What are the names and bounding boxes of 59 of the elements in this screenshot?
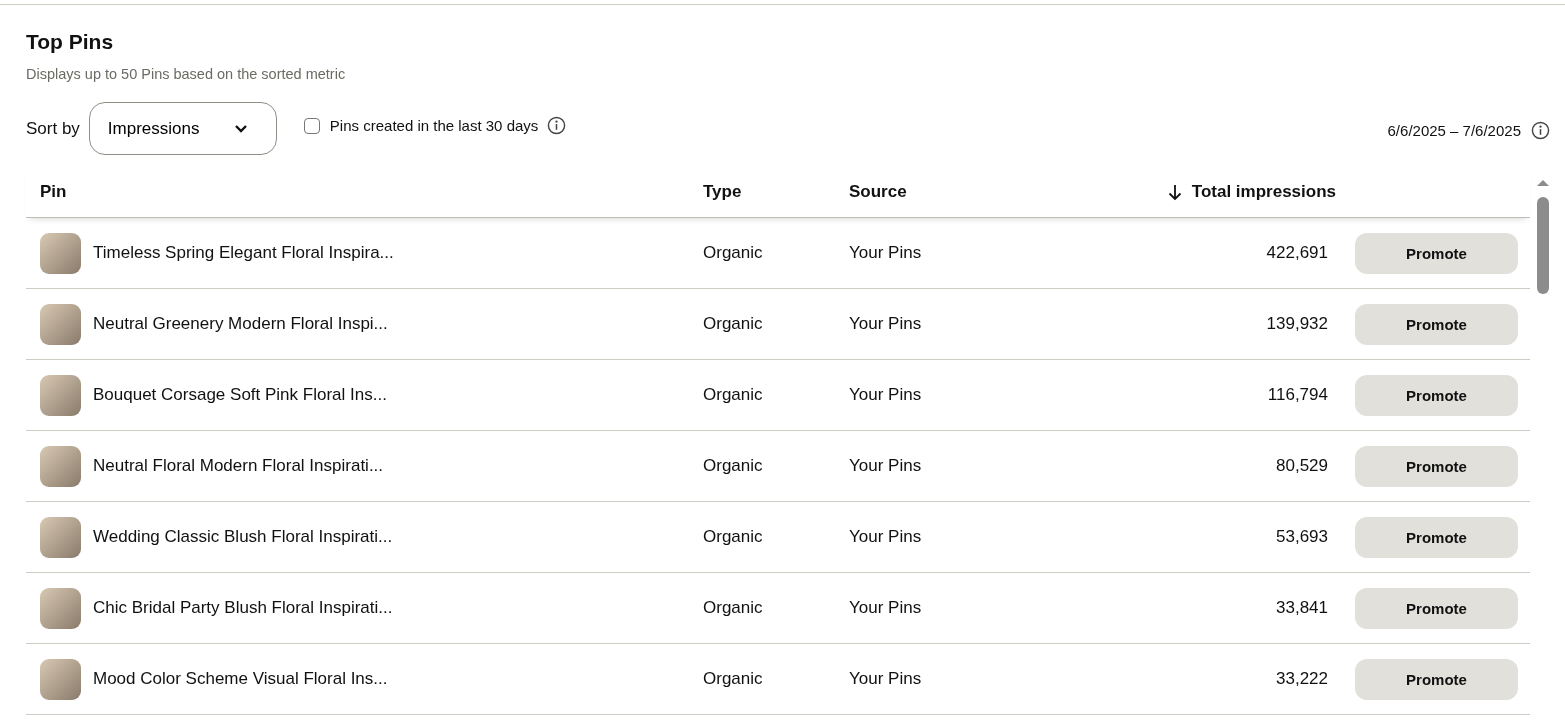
impressions-cell-text: 33,222 [1275,669,1328,689]
info-icon[interactable] [547,116,567,135]
checkbox-label[interactable]: Pins created in the last 30 days [329,117,539,134]
section-title: Top Pins [26,30,115,54]
type-cell-text: Organic [703,527,764,547]
section-subtitle: Displays up to 50 Pins based on the sorted metric [26,66,347,82]
source-cell-text: Your Pins [849,598,923,618]
pin-title[interactable]: Wedding Classic Blush Floral Inspirati... [93,527,393,547]
checkbox[interactable] [303,117,320,134]
sort-label: Sort by [26,118,80,139]
pin-title[interactable]: Neutral Floral Modern Floral Inspirati... [93,456,384,476]
column-header[interactable]: Source [849,182,907,202]
type-cell-text: Organic [703,385,764,405]
sort-arrow-icon[interactable] [1167,183,1182,201]
impressions-cell-text: 116,794 [1266,385,1328,405]
photo-placeholder [40,587,81,629]
type-cell-text: Organic [703,243,764,263]
scroll-up-arrow-icon[interactable] [1535,177,1551,187]
impressions-cell-text: 33,841 [1275,598,1328,618]
source-cell-text: Your Pins [849,669,923,689]
impressions-cell-text: 422,691 [1265,243,1328,263]
sort-dropdown[interactable]: Impressions [88,102,277,155]
source-cell-text: Your Pins [849,314,923,334]
column-header[interactable]: Pin [40,182,67,202]
pin-title[interactable]: Bouquet Corsage Soft Pink Floral Ins... [93,385,387,405]
impressions-cell-text: 139,932 [1265,314,1328,334]
date-range: 6/6/2025 – 7/6/2025 [1387,122,1521,139]
column-header[interactable]: Type [703,182,742,202]
type-cell-text: Organic [703,456,764,476]
type-cell-text: Organic [703,314,764,334]
photo-placeholder [40,374,81,416]
pin-title[interactable]: Chic Bridal Party Blush Floral Inspirati... [93,598,393,618]
promote-button[interactable]: Promote [1355,587,1518,629]
promote-button[interactable]: Promote [1355,658,1518,700]
promote-button[interactable]: Promote [1355,232,1518,274]
source-cell-text: Your Pins [849,527,923,547]
impressions-cell-text: 80,529 [1275,456,1328,476]
source-cell-text: Your Pins [849,456,923,476]
column-header[interactable]: Total impressions [1191,182,1336,202]
promote-button[interactable]: Promote [1355,303,1518,345]
type-cell-text: Organic [703,669,764,689]
photo-placeholder [40,303,81,345]
impressions-cell-text: 53,693 [1275,527,1328,547]
info-icon[interactable] [1531,121,1550,140]
photo-placeholder [40,516,81,558]
type-cell-text: Organic [703,598,764,618]
promote-button[interactable]: Promote [1355,445,1518,487]
photo-placeholder [40,445,81,487]
pin-title[interactable]: Timeless Spring Elegant Floral Inspira... [93,243,394,263]
photo-placeholder [40,658,81,700]
source-cell-text: Your Pins [849,243,923,263]
photo-placeholder [40,232,81,274]
pin-title[interactable]: Neutral Greenery Modern Floral Inspi... [93,314,388,334]
source-cell-text: Your Pins [849,385,923,405]
promote-button[interactable]: Promote [1355,374,1518,416]
promote-button[interactable]: Promote [1355,516,1518,558]
scrollbar-thumb[interactable] [1537,197,1549,294]
chevron-down-icon [233,124,248,133]
pin-title[interactable]: Mood Color Scheme Visual Floral Ins... [93,669,388,689]
